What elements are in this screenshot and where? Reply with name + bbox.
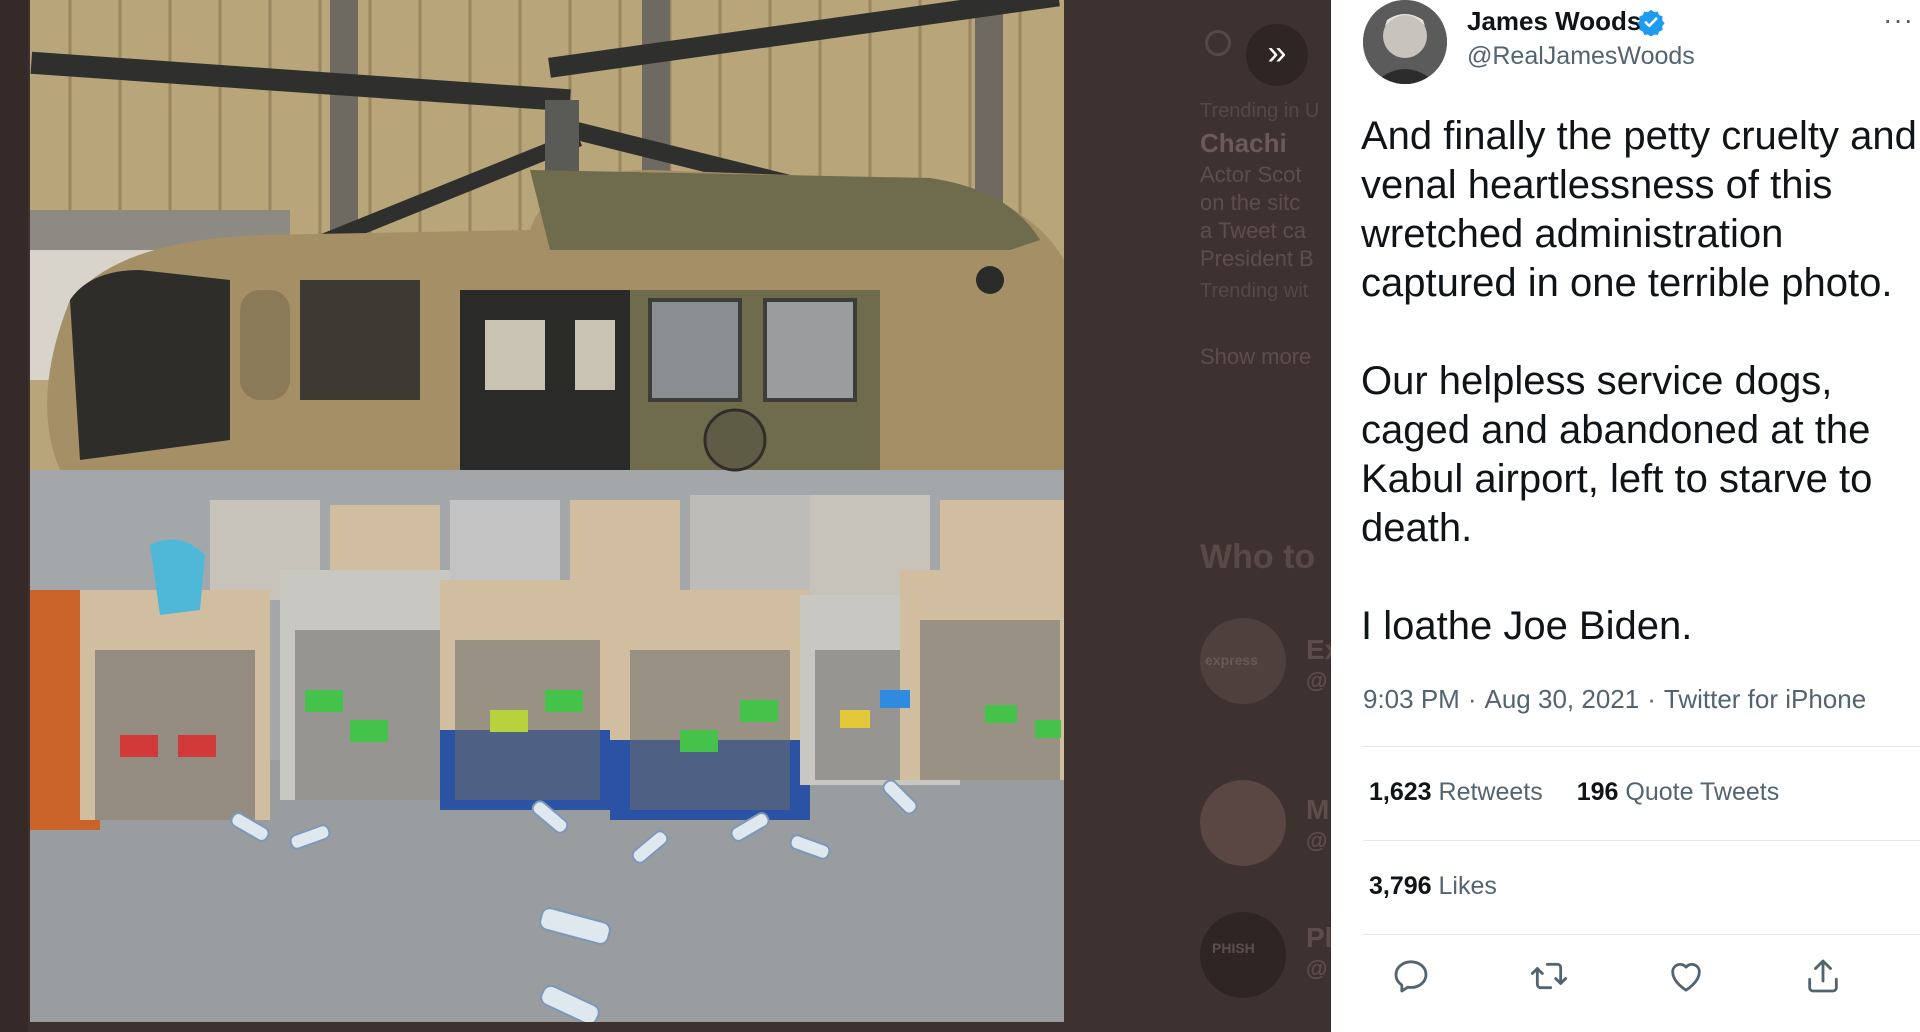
retweets-label: Retweets xyxy=(1438,778,1543,806)
likes-count: 3,796 xyxy=(1369,872,1432,900)
trending-line: President B xyxy=(1200,246,1314,271)
suggestion-handle: @ xyxy=(1306,828,1328,853)
like-icon[interactable] xyxy=(1666,956,1706,996)
suggestion-name: M xyxy=(1306,794,1330,825)
verified-badge-icon xyxy=(1637,9,1665,36)
trending-label: Trending in U xyxy=(1200,100,1320,122)
suggestion-logo-text: express xyxy=(1205,652,1258,668)
trending-line: a Tweet ca xyxy=(1200,218,1306,243)
search-icon xyxy=(1205,30,1231,56)
quote-tweets-stat[interactable]: 196 Quote Tweets xyxy=(1577,778,1779,806)
author-avatar[interactable] xyxy=(1363,0,1447,84)
trending-line: on the sitc xyxy=(1200,190,1301,215)
retweets-count: 1,623 xyxy=(1369,778,1432,806)
divider xyxy=(1363,746,1920,747)
trending-with: Trending wit xyxy=(1200,280,1309,302)
suggestion-handle: @ xyxy=(1306,668,1328,693)
who-to-follow-heading: Who to xyxy=(1200,538,1316,576)
quote-tweets-count: 196 xyxy=(1576,778,1619,806)
trending-title: Chachi xyxy=(1200,128,1287,158)
tweet-action-bar xyxy=(1391,956,1911,996)
double-chevron-right-icon: » xyxy=(1267,34,1287,72)
show-more-link: Show more xyxy=(1200,344,1312,369)
avatar-image xyxy=(1363,0,1447,84)
separator: · xyxy=(1467,684,1477,714)
divider xyxy=(1363,840,1920,841)
suggestion-avatar xyxy=(1200,780,1286,866)
retweet-icon[interactable] xyxy=(1529,956,1569,996)
likes-stat[interactable]: 3,796 Likes xyxy=(1369,872,1497,901)
tweet-text: And finally the petty cruelty and venal … xyxy=(1361,112,1917,700)
suggestion-handle: @ xyxy=(1306,956,1328,981)
likes-label: Likes xyxy=(1438,872,1497,900)
screen: Trending in U Chachi Actor Scot on the s… xyxy=(0,0,1920,1032)
photo-illustration xyxy=(30,0,1064,1022)
retweets-stat[interactable]: 1,623 Retweets xyxy=(1369,778,1543,806)
suggestion-name: Pl xyxy=(1306,922,1333,953)
reply-icon[interactable] xyxy=(1391,956,1431,996)
tweet-source-link[interactable]: Twitter for iPhone xyxy=(1664,684,1866,714)
trending-line: Actor Scot xyxy=(1200,162,1302,187)
tweet-date[interactable]: Aug 30, 2021 xyxy=(1485,684,1640,714)
tweet-paragraph: And finally the petty cruelty and venal … xyxy=(1361,114,1917,305)
suggestion-logo-text: PHISH xyxy=(1212,940,1255,956)
expand-panel-button[interactable]: » xyxy=(1246,24,1308,86)
more-options-icon[interactable]: ··· xyxy=(1883,4,1914,36)
engagement-stats: 1,623 Retweets 196 Quote Tweets xyxy=(1369,778,1813,807)
background-sidebar xyxy=(0,0,28,1032)
tweet-time[interactable]: 9:03 PM xyxy=(1363,684,1460,714)
tweet-timestamp-row: 9:03 PM · Aug 30, 2021 · Twitter for iPhone xyxy=(1363,684,1866,715)
tweet-paragraph: I loathe Joe Biden. xyxy=(1361,604,1693,648)
tweet-paragraph: Our helpless service dogs, caged and aba… xyxy=(1361,359,1873,550)
tweet-photo[interactable] xyxy=(30,0,1064,1022)
divider xyxy=(1363,934,1920,935)
author-name[interactable]: James Woods xyxy=(1467,6,1641,37)
share-icon[interactable] xyxy=(1803,956,1843,996)
separator: · xyxy=(1647,684,1656,714)
author-handle[interactable]: @RealJamesWoods xyxy=(1467,42,1695,71)
quote-tweets-label: Quote Tweets xyxy=(1625,778,1780,806)
tweet-detail-panel: James Woods @RealJamesWoods ··· And fina… xyxy=(1331,0,1920,1032)
